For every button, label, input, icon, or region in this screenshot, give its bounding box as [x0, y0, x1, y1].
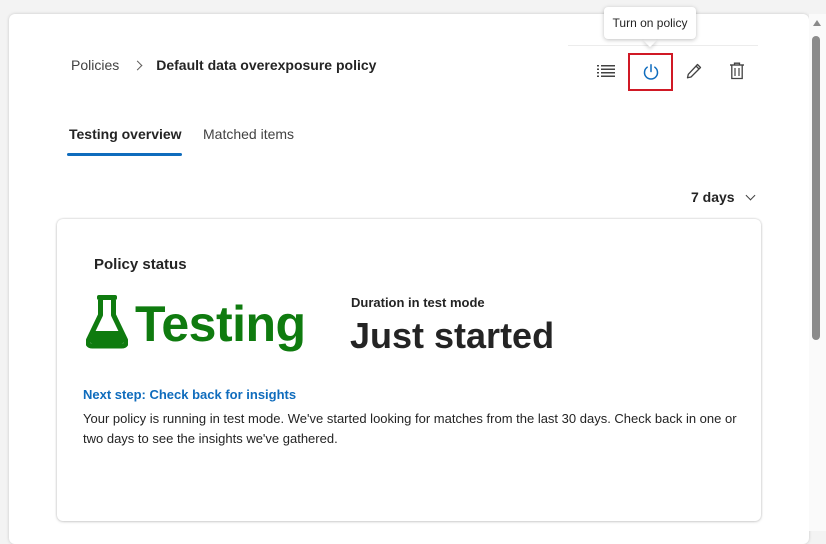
policy-status-value: Testing [135, 296, 306, 352]
edit-icon [686, 63, 702, 79]
duration-value: Just started [350, 315, 555, 356]
time-range-dropdown[interactable]: 7 days [691, 188, 756, 206]
turn-on-policy-tooltip: Turn on policy [604, 7, 696, 39]
power-icon [643, 64, 658, 80]
policy-status-description: Your policy is running in test mode. We'… [83, 411, 737, 446]
tab-matched-items[interactable]: Matched items [203, 126, 294, 142]
time-range-value: 7 days [691, 189, 735, 205]
flask-icon [86, 295, 128, 349]
list-view-button[interactable] [589, 54, 623, 88]
policy-status-heading: Policy status [94, 256, 187, 273]
scroll-up-arrow-icon[interactable] [813, 20, 821, 26]
active-tab-indicator [67, 153, 182, 156]
delete-policy-button[interactable] [720, 54, 754, 88]
breadcrumb-policies-link[interactable]: Policies [71, 57, 119, 73]
duration-label: Duration in test mode [351, 295, 485, 310]
breadcrumb: Policies Default data overexposure polic… [71, 56, 376, 74]
tab-testing-overview[interactable]: Testing overview [69, 126, 182, 142]
turn-on-policy-button[interactable] [628, 53, 673, 91]
toolbar-divider [568, 45, 758, 46]
page-title: Default data overexposure policy [156, 57, 377, 73]
scrollbar-thumb[interactable] [812, 36, 820, 340]
edit-policy-button[interactable] [677, 54, 711, 88]
tooltip-text: Turn on policy [612, 16, 688, 30]
list-icon [597, 65, 615, 77]
chevron-down-icon [745, 190, 756, 200]
chevron-right-icon [132, 60, 143, 70]
delete-icon [730, 62, 744, 80]
next-step-link[interactable]: Next step: Check back for insights [83, 387, 296, 402]
